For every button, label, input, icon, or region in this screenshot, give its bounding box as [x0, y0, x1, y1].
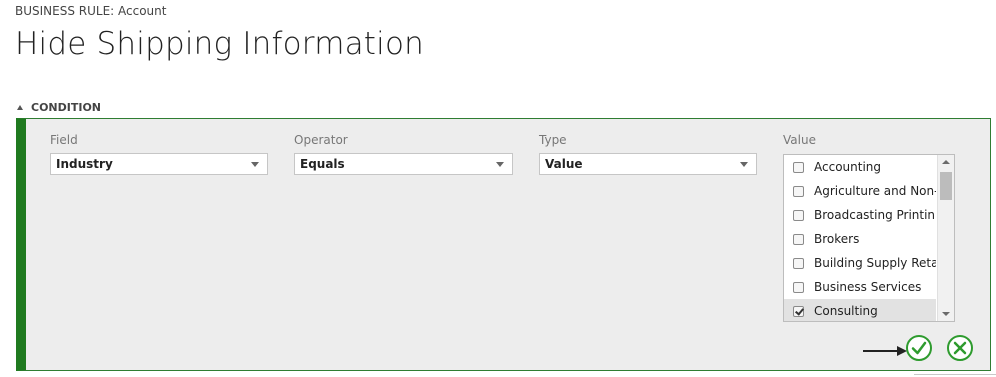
- checkbox-checked[interactable]: [793, 305, 804, 317]
- list-item[interactable]: Building Supply Retail: [784, 251, 936, 275]
- list-item-label: Broadcasting Printin...: [814, 208, 936, 222]
- checkbox[interactable]: [793, 281, 804, 293]
- list-item-label: Agriculture and Non-...: [814, 184, 936, 198]
- list-item-label: Accounting: [814, 160, 882, 174]
- scrollbar-thumb[interactable]: [940, 172, 952, 200]
- check-circle-icon: [911, 341, 927, 355]
- list-item[interactable]: Consulting: [784, 299, 936, 321]
- list-item-label: Business Services: [814, 280, 922, 294]
- chevron-down-icon[interactable]: [740, 162, 748, 167]
- checkbox[interactable]: [793, 209, 804, 221]
- list-item[interactable]: Broadcasting Printin...: [784, 203, 936, 227]
- confirm-button[interactable]: [906, 335, 932, 361]
- list-item[interactable]: Accounting: [784, 155, 936, 179]
- cancel-button[interactable]: [947, 335, 973, 361]
- type-select-value: Value: [545, 157, 583, 171]
- condition-section-header[interactable]: CONDITION: [17, 101, 101, 114]
- list-item-label: Consulting: [814, 304, 878, 318]
- scrollbar[interactable]: [937, 155, 954, 321]
- field-select-value: Industry: [56, 157, 113, 171]
- checkbox[interactable]: [793, 185, 804, 197]
- arrow-right-icon: [863, 346, 907, 356]
- type-label: Type: [539, 133, 567, 147]
- operator-label: Operator: [294, 133, 348, 147]
- scroll-up-icon[interactable]: [942, 160, 950, 164]
- field-select[interactable]: Industry: [50, 153, 268, 175]
- list-item[interactable]: Brokers: [784, 227, 936, 251]
- value-label: Value: [783, 133, 816, 147]
- condition-panel: Field Industry Operator Equals Type Valu…: [16, 118, 991, 371]
- breadcrumb: BUSINESS RULE: Account: [15, 4, 167, 18]
- checkbox[interactable]: [793, 233, 804, 245]
- list-item[interactable]: Business Services: [784, 275, 936, 299]
- list-item[interactable]: Agriculture and Non-...: [784, 179, 936, 203]
- divider: [914, 374, 996, 375]
- field-label: Field: [50, 133, 78, 147]
- page-title: Hide Shipping Information: [15, 26, 424, 62]
- value-listbox[interactable]: Accounting Agriculture and Non-... Broad…: [783, 154, 955, 322]
- checkbox[interactable]: [793, 161, 804, 173]
- list-item-label: Building Supply Retail: [814, 256, 936, 270]
- chevron-down-icon[interactable]: [251, 162, 259, 167]
- list-item-label: Brokers: [814, 232, 860, 246]
- chevron-down-icon[interactable]: [496, 162, 504, 167]
- collapse-triangle-icon[interactable]: [17, 105, 23, 110]
- scroll-down-icon[interactable]: [942, 312, 950, 316]
- operator-select[interactable]: Equals: [294, 153, 513, 175]
- checkbox[interactable]: [793, 257, 804, 269]
- x-circle-icon: [953, 341, 967, 355]
- operator-select-value: Equals: [300, 157, 345, 171]
- type-select[interactable]: Value: [539, 153, 757, 175]
- condition-section-label: CONDITION: [31, 101, 102, 114]
